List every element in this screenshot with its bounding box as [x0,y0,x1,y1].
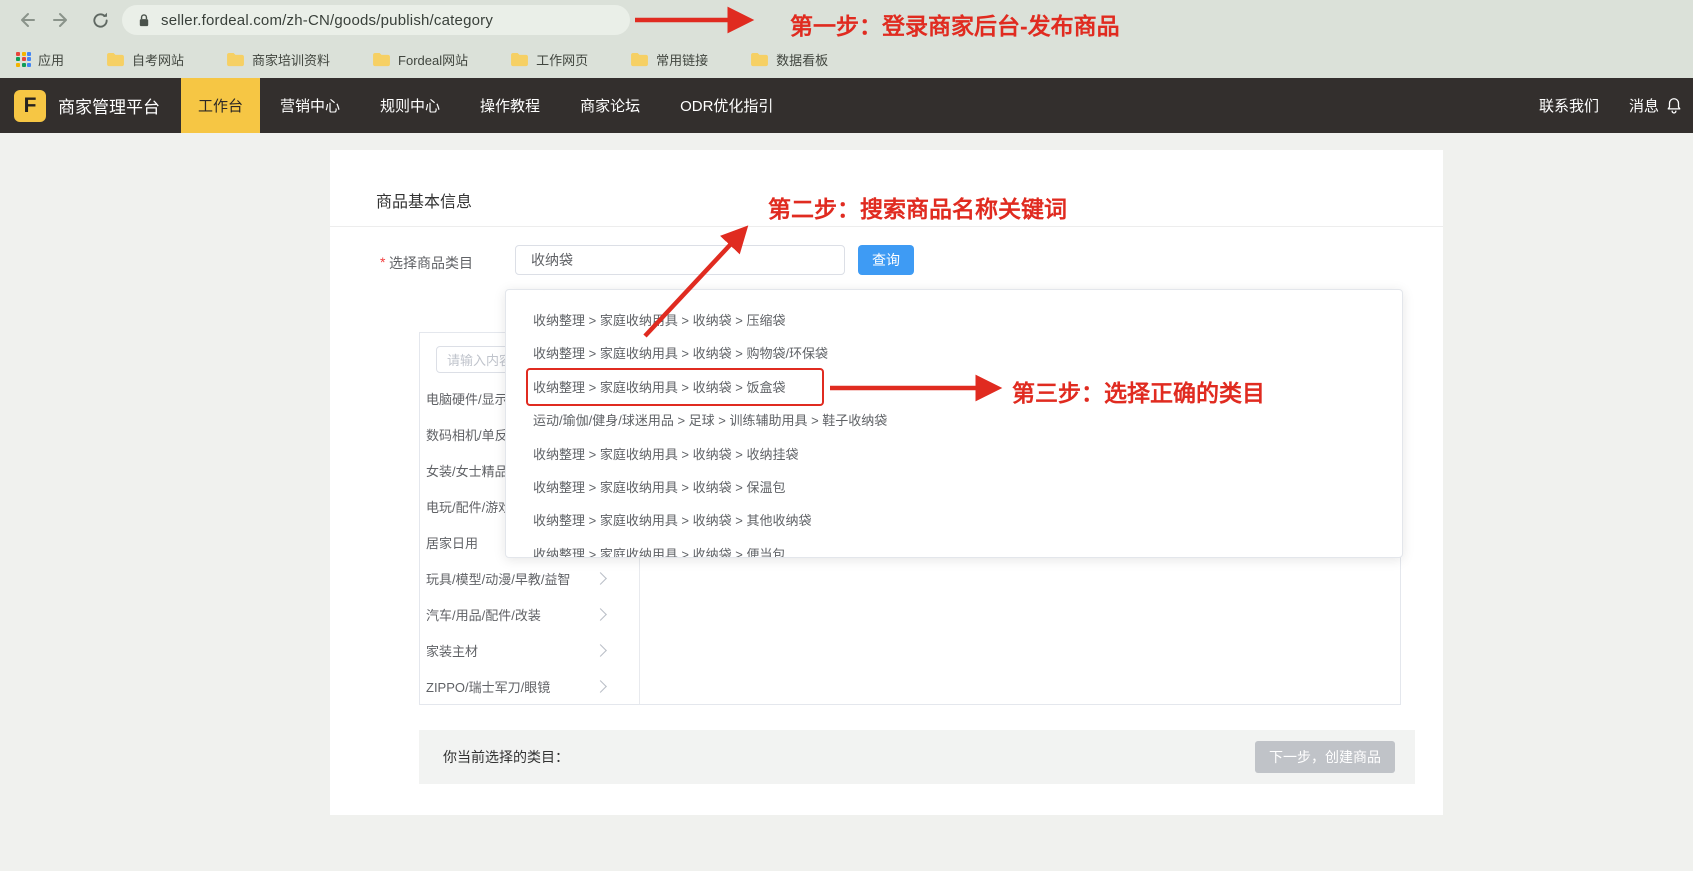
chevron-right-icon [594,680,607,693]
nav-tab-2[interactable]: 规则中心 [360,78,460,133]
nav-tab-0[interactable]: 工作台 [181,78,260,133]
browser-reload-button[interactable] [88,8,112,32]
bookmarks-bar: 应用 自考网站 商家培训资料 Fordeal网站 工作网页 常用链接 数据看板 [0,40,1693,78]
current-category-label: 你当前选择的类目： [443,730,569,784]
suggestion-item-4[interactable]: 收纳整理 > 家庭收纳用具 > 收纳袋 > 收纳挂袋 [506,438,1402,471]
bookmark-label: 应用 [38,50,64,69]
bookmark-folder-1[interactable]: 商家培训资料 [226,50,330,69]
nav-tab-4[interactable]: 商家论坛 [560,78,660,133]
suggestion-item-3[interactable]: 运动/瑜伽/健身/球迷用品 > 足球 > 训练辅助用具 > 鞋子收纳袋 [506,404,1402,437]
reload-icon [91,11,110,30]
selection-footer-bar: 你当前选择的类目： 下一步，创建商品 [419,730,1415,784]
next-step-button[interactable]: 下一步，创建商品 [1255,741,1395,773]
category-item-label: 居家日用 [426,533,478,552]
bookmark-label: 商家培训资料 [252,50,330,69]
top-navbar: F 商家管理平台 工作台营销中心规则中心操作教程商家论坛ODR优化指引 联系我们… [0,78,1693,133]
nav-tab-5[interactable]: ODR优化指引 [660,78,793,133]
bookmark-apps[interactable]: 应用 [16,50,64,69]
platform-title: 商家管理平台 [58,93,160,118]
nav-tab-1[interactable]: 营销中心 [260,78,360,133]
step2-annotation-text: 第二步：搜索商品名称关键词 [768,190,1067,224]
sidebar-search-placeholder: 请输入内容 [447,350,512,369]
suggestion-item-7[interactable]: 收纳整理 > 家庭收纳用具 > 收纳袋 > 便当包 [506,538,1402,558]
folder-icon [372,52,391,67]
browser-back-button[interactable] [14,8,38,32]
category-item-label: 玩具/模型/动漫/早教/益智 [426,569,570,588]
url-text: seller.fordeal.com/zh-CN/goods/publish/c… [161,12,493,29]
required-asterisk: * [380,254,385,270]
messages-label: 消息 [1629,95,1659,116]
keyword-input-value: 收纳袋 [531,250,573,270]
bookmark-folder-4[interactable]: 常用链接 [630,50,708,69]
bookmark-label: 自考网站 [132,50,184,69]
category-item-label: 电玩/配件/游戏/ [426,497,515,516]
folder-icon [226,52,245,67]
bookmark-folder-5[interactable]: 数据看板 [750,50,828,69]
category-item-5[interactable]: 玩具/模型/动漫/早教/益智 [426,566,631,590]
category-item-label: ZIPPO/瑞士军刀/眼镜 [426,677,550,696]
browser-forward-button[interactable] [50,8,74,32]
apps-grid-icon [16,52,31,67]
category-item-8[interactable]: ZIPPO/瑞士军刀/眼镜 [426,674,631,698]
chevron-right-icon [594,572,607,585]
bookmark-label: Fordeal网站 [398,50,468,69]
step3-highlight-box [526,368,824,406]
suggestion-item-0[interactable]: 收纳整理 > 家庭收纳用具 > 收纳袋 > 压缩袋 [506,304,1402,337]
suggestion-item-1[interactable]: 收纳整理 > 家庭收纳用具 > 收纳袋 > 购物袋/环保袋 [506,337,1402,370]
contact-us-link[interactable]: 联系我们 [1539,95,1599,116]
suggestion-item-6[interactable]: 收纳整理 > 家庭收纳用具 > 收纳袋 > 其他收纳袋 [506,504,1402,537]
suggestion-item-5[interactable]: 收纳整理 > 家庭收纳用具 > 收纳袋 > 保温包 [506,471,1402,504]
forward-arrow-icon [52,10,72,30]
address-bar[interactable]: seller.fordeal.com/zh-CN/goods/publish/c… [122,5,630,35]
nav-tab-3[interactable]: 操作教程 [460,78,560,133]
divider [330,226,1443,227]
bookmark-folder-3[interactable]: 工作网页 [510,50,588,69]
bell-icon [1665,96,1683,115]
bookmark-folder-2[interactable]: Fordeal网站 [372,50,468,69]
fordeal-logo[interactable]: F [14,90,46,122]
category-suggestion-dropdown: 收纳整理 > 家庭收纳用具 > 收纳袋 > 压缩袋收纳整理 > 家庭收纳用具 >… [505,289,1403,558]
navbar-right: 联系我们 消息 [1539,78,1683,133]
folder-icon [510,52,529,67]
category-item-6[interactable]: 汽车/用品/配件/改装 [426,602,631,626]
bookmark-label: 数据看板 [776,50,828,69]
folder-icon [750,52,769,67]
folder-icon [106,52,125,67]
category-keyword-input[interactable]: 收纳袋 [515,245,845,275]
category-item-label: 汽车/用品/配件/改装 [426,605,541,624]
chevron-right-icon [594,608,607,621]
step1-annotation-text: 第一步：登录商家后台-发布商品 [790,7,1120,41]
nav-tabs: 工作台营销中心规则中心操作教程商家论坛ODR优化指引 [181,78,793,133]
messages-link[interactable]: 消息 [1629,95,1683,116]
lock-icon [137,12,151,29]
bookmark-label: 工作网页 [536,50,588,69]
suggestion-list: 收纳整理 > 家庭收纳用具 > 收纳袋 > 压缩袋收纳整理 > 家庭收纳用具 >… [506,304,1402,558]
category-item-label: 家装主材 [426,641,478,660]
dropdown-caret [543,289,561,299]
folder-icon [630,52,649,67]
query-button[interactable]: 查询 [858,245,914,275]
category-field-label: 选择商品类目 [389,253,473,273]
card-title: 商品基本信息 [376,188,472,212]
chevron-right-icon [594,644,607,657]
bookmark-label: 常用链接 [656,50,708,69]
category-item-label: 女装/女士精品 [426,461,508,480]
bookmark-folder-0[interactable]: 自考网站 [106,50,184,69]
category-item-7[interactable]: 家装主材 [426,638,631,662]
back-arrow-icon [16,10,36,30]
step3-annotation-text: 第三步：选择正确的类目 [1012,374,1265,408]
